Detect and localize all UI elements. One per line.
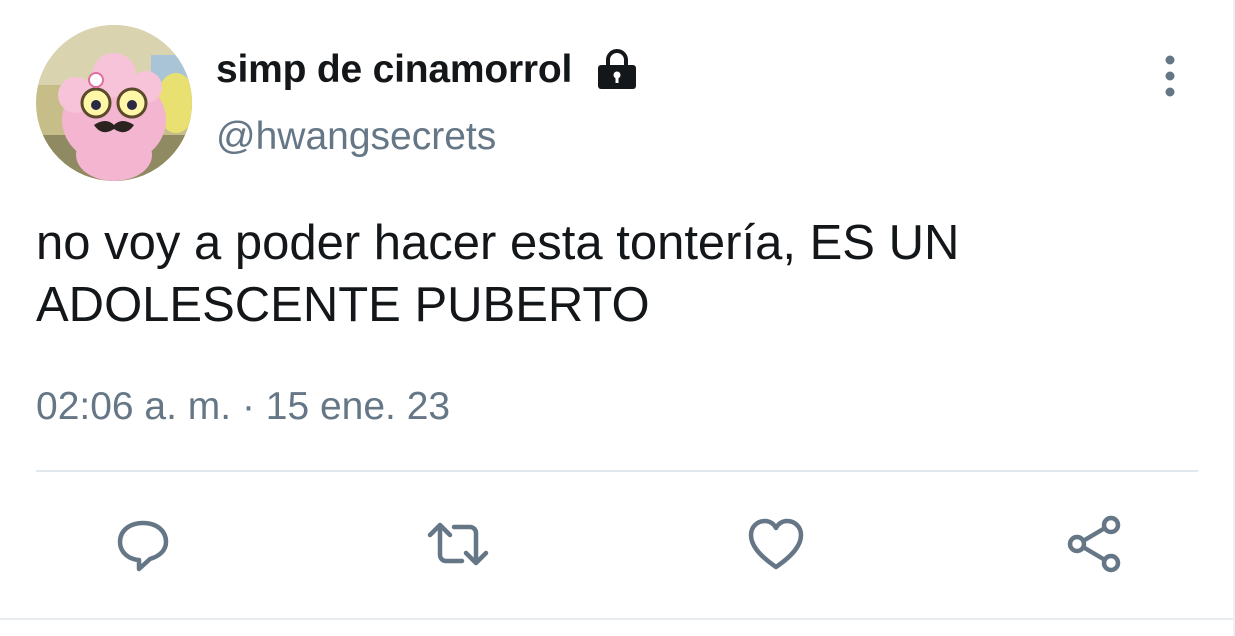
tweet-timestamp[interactable]: 02:06 a. m. · 15 ene. 23 bbox=[36, 385, 450, 429]
heart-icon bbox=[748, 518, 804, 570]
like-button[interactable] bbox=[740, 508, 812, 580]
cartoon-character-avatar-icon bbox=[36, 25, 192, 181]
reply-button[interactable] bbox=[107, 508, 179, 580]
retweet-icon bbox=[427, 522, 489, 566]
author-display-name[interactable]: simp de cinamorrol bbox=[216, 48, 572, 92]
author-handle[interactable]: @hwangsecrets bbox=[216, 115, 496, 159]
share-button[interactable] bbox=[1058, 508, 1130, 580]
bottom-divider bbox=[0, 618, 1235, 620]
avatar[interactable] bbox=[36, 25, 192, 181]
tweet-text: no voy a poder hacer esta tontería, ES U… bbox=[36, 212, 1196, 336]
author-name-row: simp de cinamorrol bbox=[216, 42, 640, 98]
lock-icon bbox=[594, 47, 640, 93]
more-vertical-icon[interactable] bbox=[1155, 52, 1185, 100]
reply-icon bbox=[117, 520, 169, 572]
tweet-text-line: no voy a poder hacer esta tontería, ES U… bbox=[36, 216, 960, 270]
tweet-text-line: ADOLESCENTE PUBERTO bbox=[36, 278, 650, 332]
tweet-actions-bar bbox=[0, 508, 1235, 580]
retweet-button[interactable] bbox=[422, 508, 494, 580]
divider bbox=[36, 470, 1198, 472]
tweet-card: simp de cinamorrol @hwangsecrets no voy … bbox=[0, 0, 1235, 636]
share-icon bbox=[1067, 515, 1121, 573]
